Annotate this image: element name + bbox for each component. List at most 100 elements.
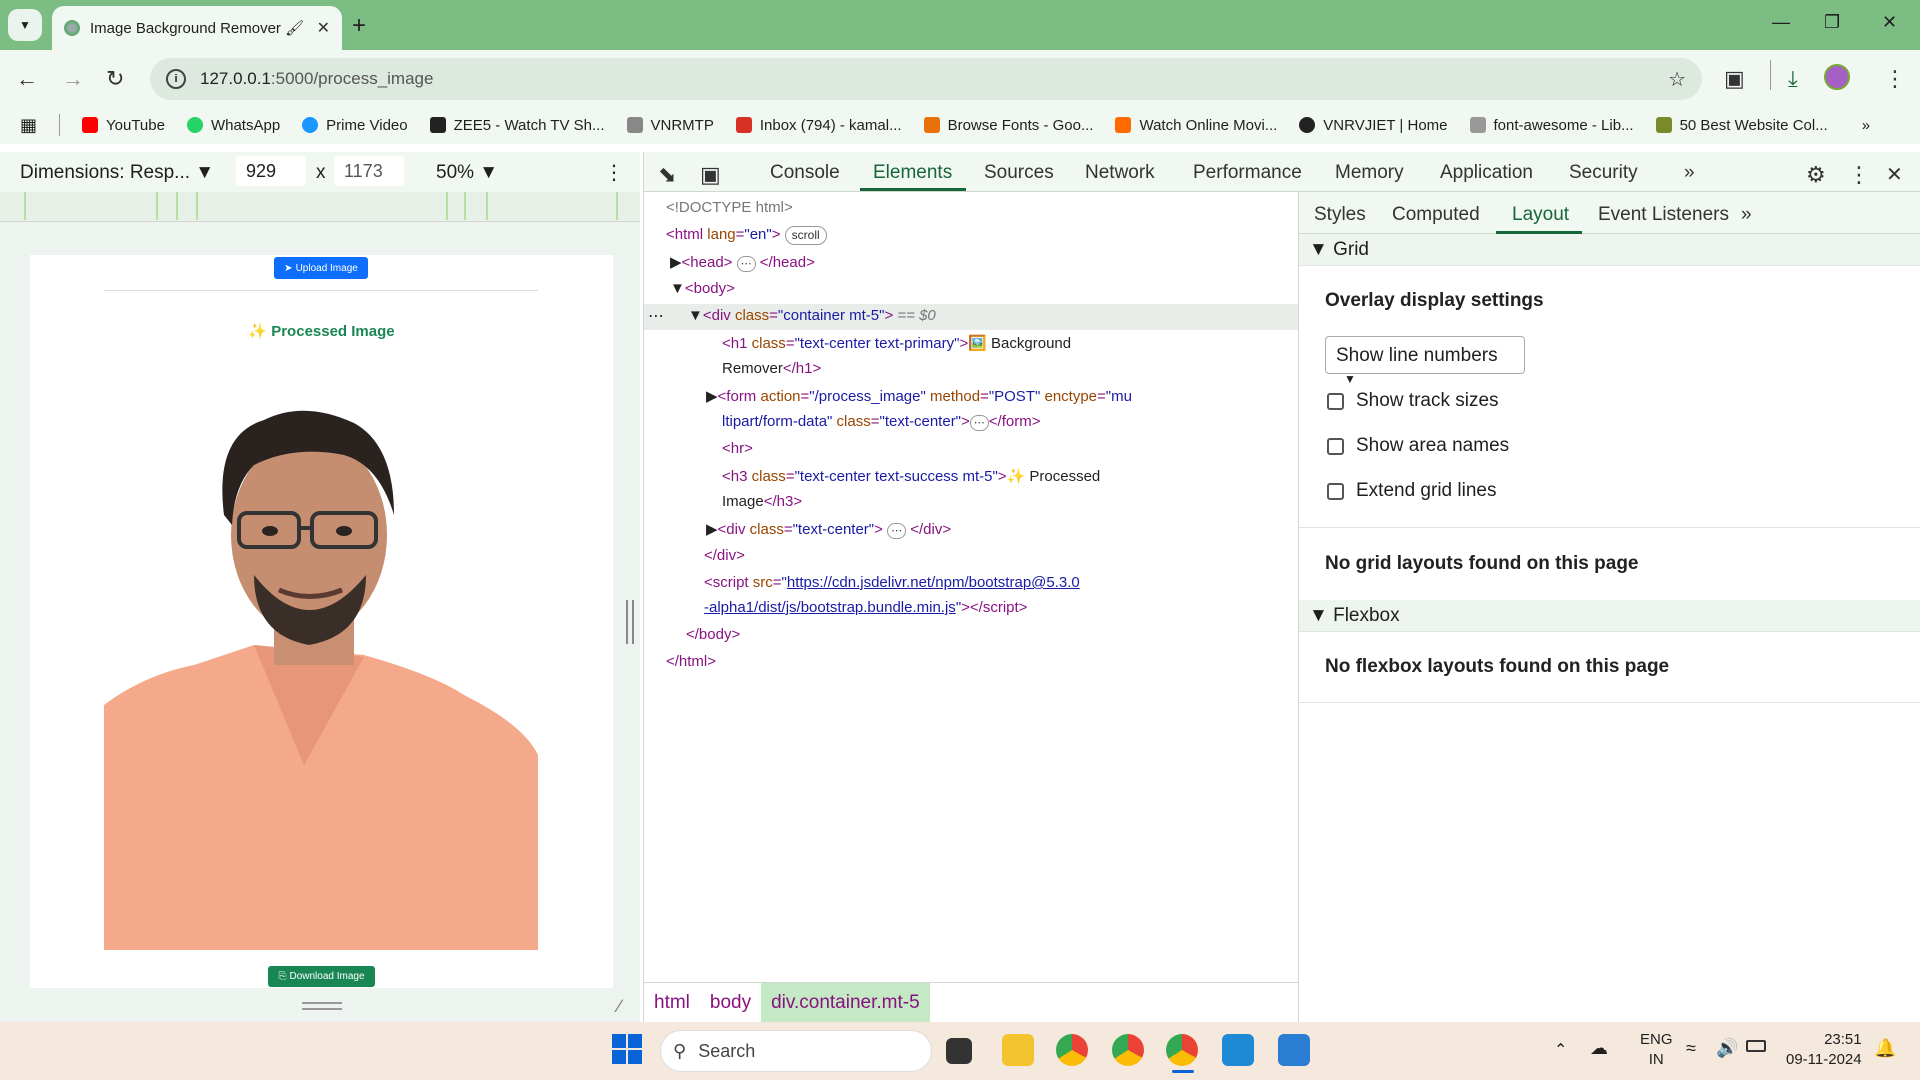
taskbar-search[interactable]: ⚲ Search	[660, 1030, 932, 1072]
forward-arrow-icon[interactable]: →	[62, 66, 84, 92]
tab-performance[interactable]: Performance	[1193, 162, 1302, 184]
checkbox[interactable]	[1327, 482, 1344, 500]
address-bar[interactable]: i 127.0.0.1:5000/process_image ☆	[150, 58, 1702, 100]
profile-avatar[interactable]	[1824, 64, 1850, 90]
window-close-button[interactable]: ✕	[1882, 12, 1897, 33]
task-view-icon[interactable]	[946, 1038, 972, 1064]
line-numbers-select[interactable]: Show line numbers ▼	[1325, 336, 1525, 386]
photos-icon[interactable]	[1278, 1034, 1310, 1066]
device-more-icon[interactable]: ⋮	[604, 160, 624, 185]
script-node[interactable]: <script src="https://cdn.jsdelivr.net/np…	[704, 574, 1080, 591]
hr-node[interactable]: <hr>	[722, 440, 753, 457]
language-indicator[interactable]: ENG IN	[1640, 1030, 1673, 1070]
inspect-element-icon[interactable]: ⬊	[658, 162, 676, 188]
zoom-select[interactable]: 50% ▼	[436, 162, 498, 184]
file-explorer-icon[interactable]	[1002, 1034, 1034, 1066]
chrome-profile-icon[interactable]	[1112, 1034, 1144, 1066]
form-node[interactable]: ▶<form action="/process_image" method="P…	[706, 387, 1132, 405]
tab-search-button[interactable]: ▼	[8, 9, 42, 41]
apps-grid-icon[interactable]: ▦	[20, 115, 37, 136]
body-node[interactable]: ▼<body>	[670, 280, 735, 297]
devtools-menu-icon[interactable]: ⋮	[1848, 162, 1870, 188]
site-info-icon[interactable]: i	[166, 69, 186, 89]
bookmark-vnrmtp[interactable]: VNRMTP	[626, 117, 714, 134]
checkbox-track-sizes[interactable]: Show track sizes	[1327, 390, 1499, 412]
bookmark-gmail[interactable]: Inbox (794) - kamal...	[735, 117, 902, 134]
width-input[interactable]: 929	[236, 156, 306, 186]
url-text[interactable]: 127.0.0.1:5000/process_image	[200, 69, 433, 89]
menu-icon[interactable]: ⋮	[1884, 66, 1906, 92]
windows-start-icon[interactable]	[612, 1034, 642, 1064]
onedrive-icon[interactable]: ☁	[1590, 1038, 1608, 1059]
tab-console[interactable]: Console	[770, 162, 840, 184]
bookmark-zee5[interactable]: ZEE5 - Watch TV Sh...	[429, 117, 605, 134]
tab-network[interactable]: Network	[1085, 162, 1155, 184]
tab-application[interactable]: Application	[1440, 162, 1533, 184]
bookmark-star-icon[interactable]: ☆	[1668, 67, 1686, 92]
h3-node[interactable]: <h3 class="text-center text-success mt-5…	[722, 467, 1100, 485]
vscode-icon[interactable]	[1222, 1034, 1254, 1066]
tab-layout[interactable]: Layout	[1512, 204, 1569, 226]
tab-sources[interactable]: Sources	[984, 162, 1054, 184]
tab-elements[interactable]: Elements	[873, 162, 952, 184]
download-button[interactable]: ⎘ Download Image	[268, 966, 375, 987]
bookmark-google-fonts[interactable]: Browse Fonts - Goo...	[923, 117, 1093, 134]
tab-styles[interactable]: Styles	[1314, 204, 1366, 226]
downloads-icon[interactable]: ⤓	[1788, 66, 1798, 92]
gear-icon[interactable]: ⚙	[1806, 162, 1826, 188]
corner-resize-icon[interactable]: ∕	[618, 996, 621, 1017]
checkbox[interactable]	[1327, 392, 1344, 410]
checkbox-area-names[interactable]: Show area names	[1327, 435, 1509, 457]
bookmark-whatsapp[interactable]: WhatsApp	[186, 117, 280, 134]
bookmark-youtube[interactable]: YouTube	[82, 117, 165, 134]
checkbox[interactable]	[1327, 437, 1344, 455]
checkbox-extend-lines[interactable]: Extend grid lines	[1327, 480, 1496, 502]
new-tab-button[interactable]: +	[352, 12, 366, 40]
tray-chevron-icon[interactable]: ⌃	[1554, 1040, 1567, 1060]
container-node[interactable]: ▼<div class="container mt-5"> == $0	[688, 307, 936, 324]
reload-icon[interactable]: ↻	[106, 66, 124, 92]
more-bookmarks-icon[interactable]: »	[1862, 117, 1870, 134]
viewport-resize-handle[interactable]	[302, 1002, 342, 1010]
bookmark-prime-video[interactable]: Prime Video	[302, 117, 408, 134]
upload-button[interactable]: ➤ Upload Image	[274, 257, 368, 279]
bookmark-font-awesome[interactable]: font-awesome - Lib...	[1469, 117, 1634, 134]
device-toggle-icon[interactable]: ▣	[700, 162, 721, 188]
chrome-icon[interactable]	[1056, 1034, 1088, 1066]
wifi-icon[interactable]: ≈	[1686, 1038, 1696, 1059]
chrome-active-icon[interactable]	[1166, 1034, 1198, 1066]
bookmark-vnrvjiet[interactable]: VNRVJIET | Home	[1299, 117, 1448, 134]
close-icon[interactable]: ✕	[317, 18, 330, 38]
height-input[interactable]: 1173	[334, 156, 404, 186]
minimize-button[interactable]: —	[1772, 12, 1790, 33]
node-actions-icon[interactable]: ⋯	[648, 306, 664, 326]
flexbox-section-header[interactable]: ▼ Flexbox	[1299, 600, 1920, 632]
tab-memory[interactable]: Memory	[1335, 162, 1404, 184]
more-tabs-icon[interactable]: »	[1684, 162, 1695, 184]
volume-icon[interactable]: 🔊	[1716, 1038, 1738, 1059]
grid-section-header[interactable]: ▼ Grid	[1299, 234, 1920, 266]
bookmark-movies[interactable]: Watch Online Movi...	[1115, 117, 1277, 134]
bookmark-website-colors[interactable]: 50 Best Website Col...	[1655, 117, 1828, 134]
more-sidebar-tabs-icon[interactable]: »	[1741, 204, 1752, 226]
back-arrow-icon[interactable]: ←	[16, 66, 38, 92]
media-query-ruler[interactable]	[0, 192, 640, 222]
browser-tab[interactable]: Image Background Remover 🖌 ✕	[52, 6, 342, 50]
close-devtools-icon[interactable]: ✕	[1886, 162, 1903, 187]
dimensions-select[interactable]: Dimensions: Resp... ▼	[20, 162, 214, 184]
div-text-center-node[interactable]: ▶<div class="text-center"> ⋯ </div>	[706, 520, 951, 539]
h1-node[interactable]: <h1 class="text-center text-primary">🖼️ …	[722, 334, 1071, 352]
crumb-div[interactable]: div.container.mt-5	[761, 982, 930, 1023]
html-node[interactable]: <html lang="en"> scroll	[666, 226, 827, 245]
side-resize-handle[interactable]	[626, 600, 634, 644]
clock[interactable]: 23:51 09-11-2024	[1786, 1030, 1862, 1070]
notifications-icon[interactable]: 🔔	[1874, 1038, 1896, 1059]
tab-security[interactable]: Security	[1569, 162, 1638, 184]
tab-event-listeners[interactable]: Event Listeners	[1598, 204, 1729, 226]
crumb-body[interactable]: body	[700, 983, 761, 1023]
head-node[interactable]: ▶<head> ⋯ </head>	[670, 253, 815, 272]
crumb-html[interactable]: html	[644, 983, 700, 1023]
battery-icon[interactable]	[1746, 1040, 1766, 1052]
restore-button[interactable]: ❐	[1824, 12, 1840, 33]
extensions-icon[interactable]: ▣	[1724, 66, 1745, 92]
